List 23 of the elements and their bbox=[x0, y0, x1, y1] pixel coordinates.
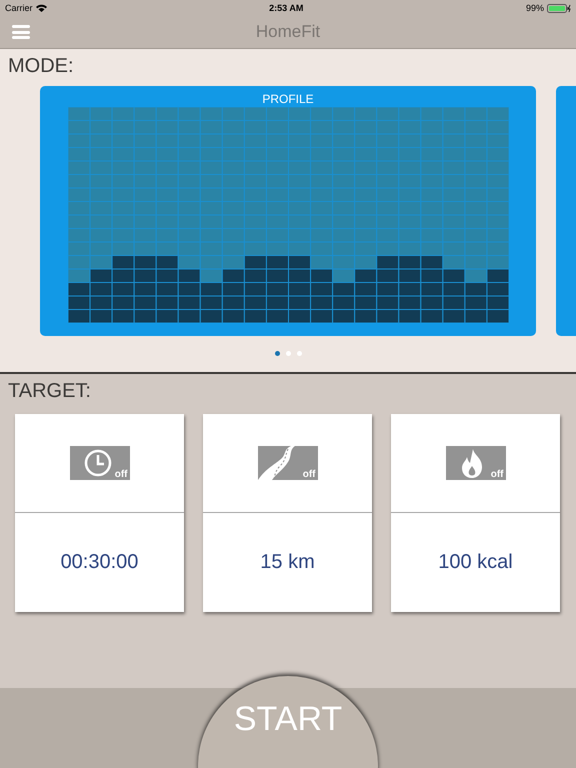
off-label: off bbox=[490, 469, 504, 480]
clock-time: 2:53 AM bbox=[269, 3, 304, 13]
app-title: HomeFit bbox=[256, 22, 320, 42]
menu-button[interactable] bbox=[12, 25, 30, 39]
battery-icon bbox=[547, 4, 571, 12]
target-card[interactable]: off 00:30:00 bbox=[15, 414, 184, 612]
card-title: PROFILE bbox=[262, 92, 314, 106]
target-card[interactable]: off 15 km bbox=[203, 414, 372, 612]
target-value: 100 kcal bbox=[438, 551, 513, 574]
off-label: off bbox=[114, 469, 128, 480]
target-value: 00:30:00 bbox=[60, 551, 138, 574]
section-heading: MODE: bbox=[8, 54, 75, 78]
wifi-icon bbox=[36, 4, 47, 12]
target-value: 15 km bbox=[260, 551, 315, 574]
battery-percent: 99% bbox=[526, 3, 544, 13]
off-label: off bbox=[302, 469, 316, 480]
page-dot[interactable] bbox=[274, 351, 280, 356]
clock-icon bbox=[84, 449, 112, 477]
carrier-label: Carrier bbox=[5, 3, 33, 13]
page-dot[interactable] bbox=[296, 351, 302, 356]
page-dot[interactable] bbox=[286, 351, 290, 356]
target-card[interactable]: off 100 kcal bbox=[391, 414, 560, 612]
section-heading: TARGET: bbox=[8, 379, 92, 403]
